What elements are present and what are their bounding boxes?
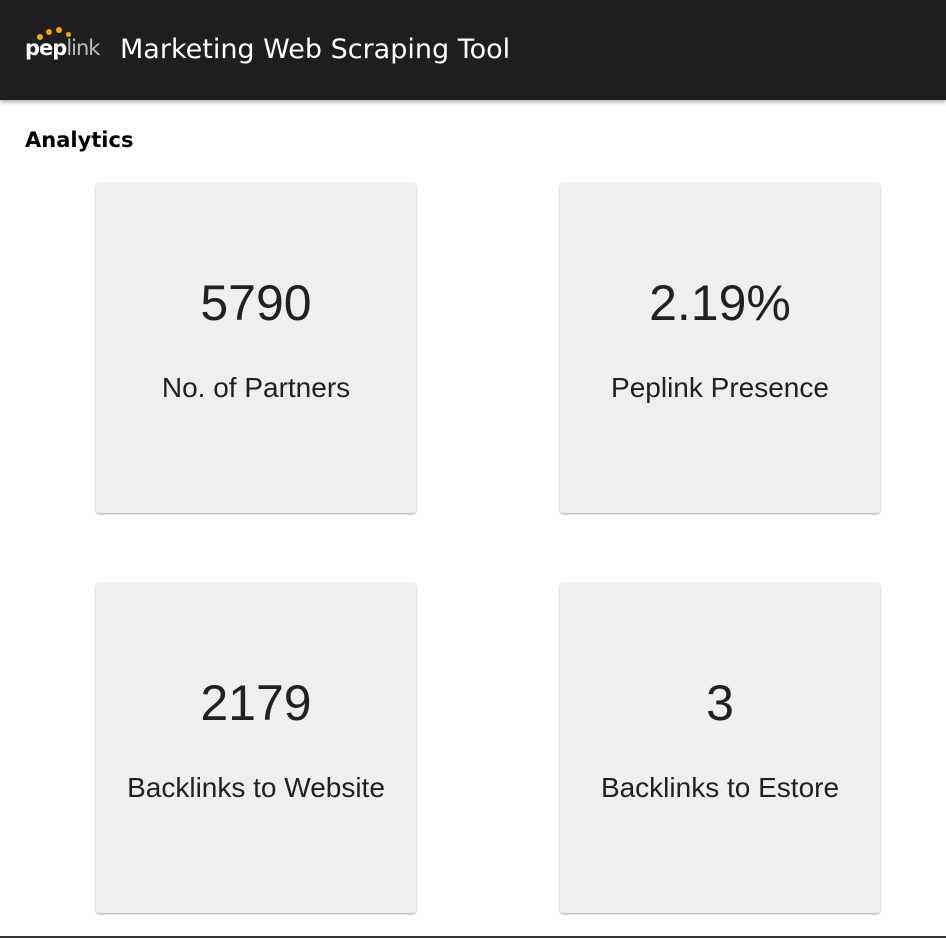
section-title-analytics: Analytics <box>25 128 134 152</box>
stat-value: 2.19% <box>649 275 791 331</box>
logo-dot <box>56 27 62 33</box>
stat-label: Backlinks to Estore <box>600 772 840 803</box>
stat-value: 5790 <box>200 275 312 331</box>
stat-label: No. of Partners <box>161 372 351 403</box>
stat-value: 3 <box>706 675 734 731</box>
logo-wordmark: peplink <box>25 36 100 60</box>
stat-label: Backlinks to Website <box>127 772 385 803</box>
stat-card-backlinks-website: 2179 Backlinks to Website <box>96 583 416 913</box>
stat-label: Peplink Presence <box>611 372 829 403</box>
stat-card-partners: 5790 No. of Partners <box>96 183 416 513</box>
peplink-logo[interactable]: peplink <box>25 26 105 66</box>
app-header: peplink Marketing Web Scraping Tool <box>0 0 946 100</box>
stat-value: 2179 <box>200 675 312 731</box>
stat-card-presence: 2.19% Peplink Presence <box>560 183 880 513</box>
app-title: Marketing Web Scraping Tool <box>120 34 511 65</box>
stat-card-backlinks-estore: 3 Backlinks to Estore <box>560 583 880 913</box>
logo-dot <box>46 29 52 35</box>
